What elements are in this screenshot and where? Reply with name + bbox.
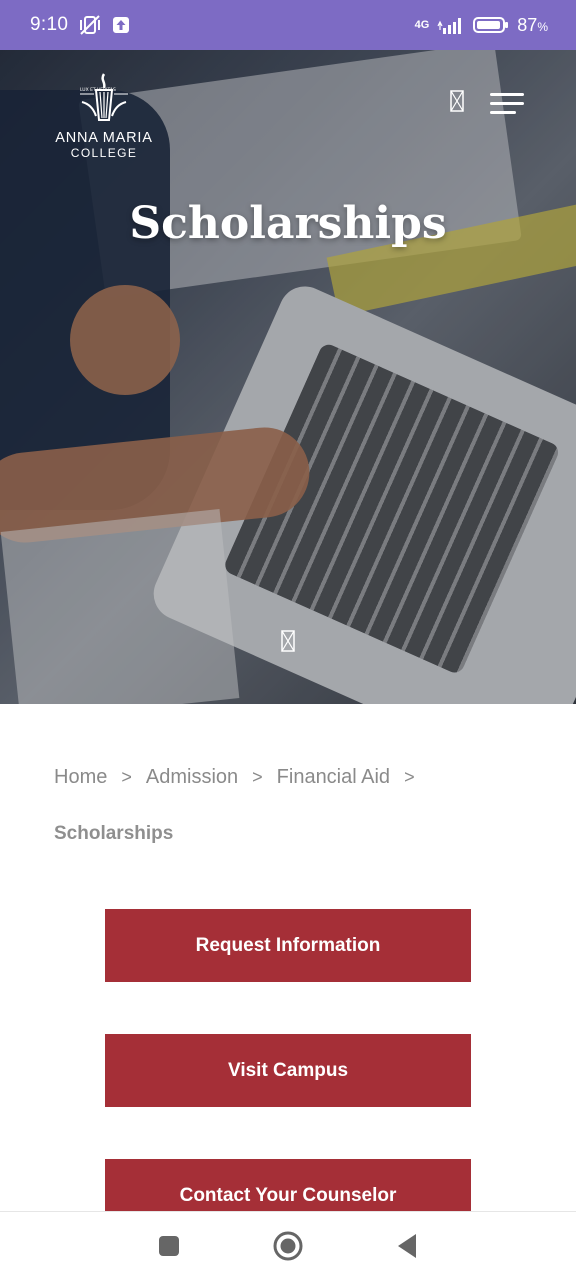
- scroll-down-icon[interactable]: [281, 630, 295, 657]
- contact-counselor-button[interactable]: Contact Your Counselor: [105, 1159, 471, 1211]
- breadcrumb-separator: >: [121, 767, 132, 787]
- network-type: 4G: [414, 19, 430, 31]
- breadcrumb-separator: >: [252, 767, 263, 787]
- status-right: 4G 87%: [415, 15, 548, 36]
- home-circle-icon[interactable]: [268, 1226, 308, 1266]
- signal-icon: [437, 16, 465, 34]
- search-icon[interactable]: [450, 90, 464, 117]
- back-triangle-icon[interactable]: [387, 1226, 427, 1266]
- breadcrumb-home[interactable]: Home: [54, 766, 107, 788]
- status-time: 9:10: [30, 14, 69, 35]
- visit-campus-button[interactable]: Visit Campus: [105, 1034, 471, 1107]
- status-bar: 9:10 4G 87%: [0, 0, 576, 50]
- upload-icon: [112, 16, 130, 34]
- header-actions: [450, 90, 524, 117]
- college-logo[interactable]: LUX ET VERITAS ANNA MARIA COLLEGE: [52, 72, 156, 164]
- torch-logo-icon: LUX ET VERITAS: [80, 73, 128, 121]
- hamburger-menu-icon[interactable]: [490, 93, 524, 114]
- status-left: 9:10: [30, 14, 130, 36]
- breadcrumb-current: Scholarships: [54, 823, 174, 844]
- logo-sub: COLLEGE: [70, 146, 138, 160]
- breadcrumb-admission[interactable]: Admission: [146, 766, 238, 788]
- vibrate-off-icon: [78, 14, 102, 36]
- breadcrumb-financial-aid[interactable]: Financial Aid: [277, 766, 390, 788]
- request-information-button[interactable]: Request Information: [105, 909, 471, 982]
- page-title: Scholarships: [129, 198, 447, 249]
- system-nav-bar: [0, 1211, 576, 1280]
- logo-name: ANNA MARIA: [55, 130, 153, 146]
- breadcrumb: Home > Admission > Financial Aid > Scholarshi…: [54, 748, 524, 846]
- breadcrumb-separator: >: [404, 767, 415, 787]
- battery-icon: [473, 16, 509, 34]
- logo-motto: LUX ET VERITAS: [80, 87, 116, 93]
- recents-square-icon[interactable]: [149, 1226, 189, 1266]
- battery-percent: 87%: [517, 14, 548, 35]
- hero-banner: LUX ET VERITAS ANNA MARIA COLLEGE Schola…: [0, 50, 576, 704]
